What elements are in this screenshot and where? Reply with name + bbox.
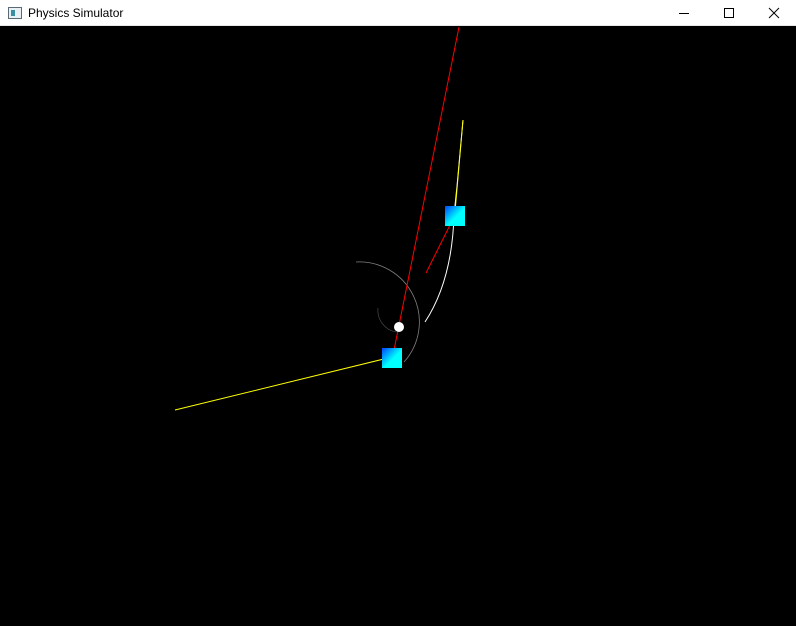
app-window: Physics Simulator bbox=[0, 0, 796, 626]
orbit-arc-inner bbox=[377, 307, 397, 333]
simulation-canvas[interactable] bbox=[0, 27, 796, 626]
body-lower[interactable] bbox=[382, 348, 402, 368]
minimize-icon bbox=[678, 13, 689, 14]
maximize-icon bbox=[723, 8, 734, 18]
force-line-long bbox=[391, 27, 460, 361]
minimize-button[interactable] bbox=[661, 0, 706, 26]
simulation-scene bbox=[174, 27, 465, 411]
app-window-icon bbox=[8, 6, 22, 19]
title-bar[interactable]: Physics Simulator bbox=[0, 0, 796, 26]
velocity-line-lower bbox=[174, 356, 393, 411]
body-upper[interactable] bbox=[445, 206, 465, 226]
velocity-line-upper bbox=[454, 119, 464, 213]
pivot-point[interactable] bbox=[394, 322, 404, 332]
window-title: Physics Simulator bbox=[28, 5, 124, 20]
close-button[interactable] bbox=[751, 0, 796, 26]
orbit-arc bbox=[355, 261, 420, 363]
maximize-button[interactable] bbox=[706, 0, 751, 26]
window-controls bbox=[661, 0, 796, 26]
close-icon bbox=[768, 7, 779, 19]
